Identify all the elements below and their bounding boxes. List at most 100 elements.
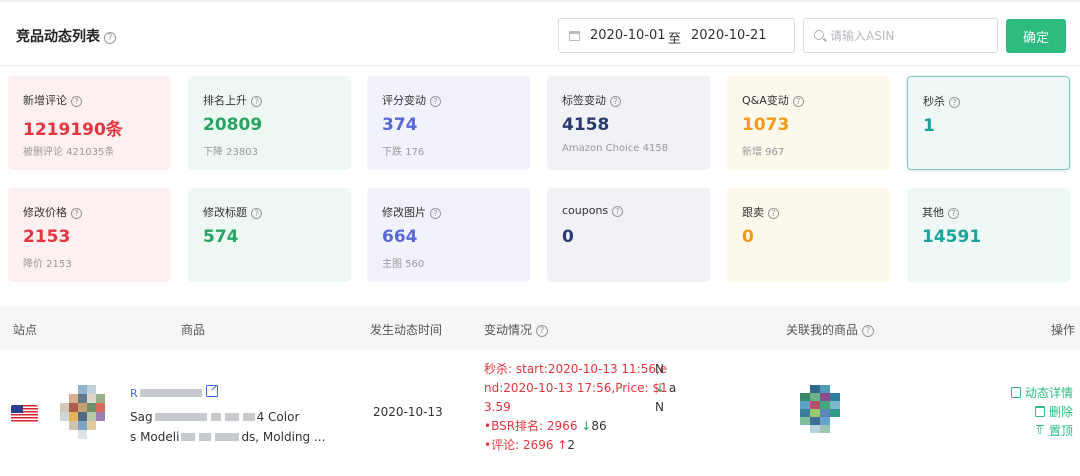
asin-search-input[interactable] bbox=[830, 26, 990, 46]
help-icon[interactable]: ? bbox=[792, 96, 804, 107]
pin-top-button[interactable]: 置顶 bbox=[1011, 421, 1073, 441]
change-side-values: N ↓ a N bbox=[655, 360, 676, 417]
card-price-change[interactable]: 修改价格? 2153 降价 2153 bbox=[8, 188, 171, 282]
help-icon[interactable]: ? bbox=[430, 208, 441, 219]
card-rating-change[interactable]: 评分变动? 374 下跌 176 bbox=[367, 76, 530, 170]
review-delta: 2 bbox=[567, 438, 576, 452]
page-title: 竞品动态列表? bbox=[16, 26, 116, 46]
product-desc-1-suffix: 4 Color bbox=[256, 410, 300, 424]
card-new-reviews[interactable]: 新增评论? 1219190条 被删评论 421035条 bbox=[8, 76, 171, 170]
column-header-time: 发生动态时间 bbox=[370, 323, 443, 337]
card-tag-change[interactable]: 标签变动? 4158 Amazon Choice 4158 bbox=[547, 76, 710, 170]
date-start[interactable]: 2020-10-01 bbox=[590, 28, 666, 43]
redacted-text bbox=[242, 413, 255, 421]
confirm-button[interactable]: 确定 bbox=[1006, 19, 1066, 53]
delete-button[interactable]: 删除 bbox=[1011, 403, 1073, 422]
row-actions: 动态详情 删除 置顶 bbox=[1010, 384, 1073, 441]
product-image[interactable] bbox=[60, 385, 114, 439]
card-value: 374 bbox=[382, 115, 418, 135]
help-icon[interactable]: ? bbox=[948, 208, 959, 219]
card-label: 标签变动? bbox=[562, 92, 621, 108]
card-label: 修改标题? bbox=[203, 204, 262, 220]
help-icon[interactable]: ? bbox=[104, 32, 116, 44]
column-header-ops: 操作 bbox=[1051, 323, 1076, 337]
card-label-text: 新增评论 bbox=[23, 94, 67, 107]
change-details: 秒杀: start:2020-10-13 11:56,e nd:2020-10-… bbox=[484, 360, 684, 455]
help-icon[interactable]: ? bbox=[536, 325, 549, 337]
help-icon[interactable]: ? bbox=[251, 96, 262, 107]
help-icon[interactable]: ? bbox=[768, 208, 779, 219]
help-icon[interactable]: ? bbox=[612, 206, 624, 217]
us-flag-icon bbox=[11, 405, 38, 422]
help-icon[interactable]: ? bbox=[251, 208, 262, 219]
asin-search[interactable] bbox=[803, 18, 998, 53]
card-hijack[interactable]: 跟卖? 0 bbox=[727, 188, 890, 282]
external-link-icon[interactable] bbox=[206, 385, 218, 397]
help-icon[interactable]: ? bbox=[71, 208, 82, 219]
trash-icon bbox=[1034, 406, 1045, 417]
bsr-delta: 86 bbox=[591, 419, 607, 433]
document-icon bbox=[1010, 387, 1021, 398]
help-icon[interactable]: ? bbox=[862, 325, 875, 337]
card-other[interactable]: 其他? 14591 bbox=[907, 188, 1070, 282]
related-product-image[interactable] bbox=[800, 385, 840, 433]
date-end[interactable]: 2020-10-21 bbox=[691, 28, 767, 43]
card-value: 2153 bbox=[23, 227, 71, 247]
delete-label[interactable]: 删除 bbox=[1049, 405, 1073, 419]
bsr-change: •BSR排名: 2966 ↓86 bbox=[484, 417, 684, 436]
card-value: 0 bbox=[562, 227, 574, 247]
card-sub: Amazon Choice 4158 bbox=[562, 143, 669, 154]
bsr-label: •BSR排名: 2966 bbox=[484, 419, 578, 433]
card-sub: 降价 2153 bbox=[23, 259, 72, 270]
redacted-text bbox=[181, 433, 196, 441]
card-label-text: Q&A变动 bbox=[742, 94, 789, 107]
product-title-link[interactable]: R bbox=[130, 387, 204, 400]
side-value-2: ↓ a bbox=[655, 379, 676, 398]
card-label-text: coupons bbox=[562, 204, 609, 217]
card-value: 1219190条 bbox=[23, 120, 123, 140]
redacted-text bbox=[139, 389, 202, 397]
help-icon[interactable]: ? bbox=[610, 96, 621, 107]
product-title-text[interactable]: R bbox=[130, 387, 138, 400]
help-icon[interactable]: ? bbox=[949, 97, 960, 108]
search-icon bbox=[814, 30, 824, 40]
card-label-text: 修改价格 bbox=[23, 206, 67, 219]
pin-top-label[interactable]: 置顶 bbox=[1049, 424, 1073, 438]
side-value-3: N bbox=[655, 400, 664, 414]
card-label-text: 修改图片 bbox=[382, 206, 426, 219]
card-coupons[interactable]: coupons? 0 bbox=[547, 188, 710, 282]
detail-label[interactable]: 动态详情 bbox=[1025, 386, 1073, 400]
column-header-related: 关联我的商品? bbox=[786, 321, 875, 338]
detail-button[interactable]: 动态详情 bbox=[1010, 384, 1073, 403]
card-label-text: 其他 bbox=[922, 206, 944, 219]
flash-sale-line-1: 秒杀: start:2020-10-13 11:56,e bbox=[484, 362, 668, 376]
page-title-text: 竞品动态列表 bbox=[16, 29, 100, 45]
card-rank-up[interactable]: 排名上升? 20809 下降 23803 bbox=[188, 76, 351, 170]
card-qa-change[interactable]: Q&A变动? 1073 新增 967 bbox=[727, 76, 890, 170]
calendar-icon bbox=[569, 31, 580, 41]
help-icon[interactable]: ? bbox=[71, 96, 82, 107]
card-title-change[interactable]: 修改标题? 574 bbox=[188, 188, 351, 282]
date-separator: 至 bbox=[668, 32, 682, 47]
card-label: Q&A变动? bbox=[742, 92, 804, 108]
card-sub: 下降 23803 bbox=[203, 147, 258, 158]
card-label: 秒杀? bbox=[923, 93, 960, 109]
card-value: 1073 bbox=[742, 115, 790, 135]
review-label: •评论: 2696 bbox=[484, 438, 554, 452]
column-header-related-text: 关联我的商品 bbox=[786, 323, 859, 337]
card-sub: 被删评论 421035条 bbox=[23, 147, 115, 158]
card-value: 1 bbox=[923, 116, 935, 136]
card-image-change[interactable]: 修改图片? 664 主图 560 bbox=[367, 188, 530, 282]
card-label-text: 标签变动 bbox=[562, 94, 606, 107]
side-value-2-text: a bbox=[668, 381, 677, 395]
card-value: 0 bbox=[742, 227, 754, 247]
column-header-site: 站点 bbox=[13, 323, 38, 337]
card-value: 14591 bbox=[922, 227, 982, 247]
card-sub: 主图 560 bbox=[382, 259, 425, 270]
card-flash-sale[interactable]: 秒杀? 1 bbox=[907, 76, 1070, 170]
flash-sale-line-2: nd:2020-10-13 17:56,Price: $1 bbox=[484, 381, 668, 395]
help-icon[interactable]: ? bbox=[430, 96, 441, 107]
card-label-text: 排名上升 bbox=[203, 94, 247, 107]
card-label: 新增评论? bbox=[23, 92, 82, 108]
date-range-picker[interactable]: 2020-10-01 至 2020-10-21 bbox=[558, 18, 795, 53]
